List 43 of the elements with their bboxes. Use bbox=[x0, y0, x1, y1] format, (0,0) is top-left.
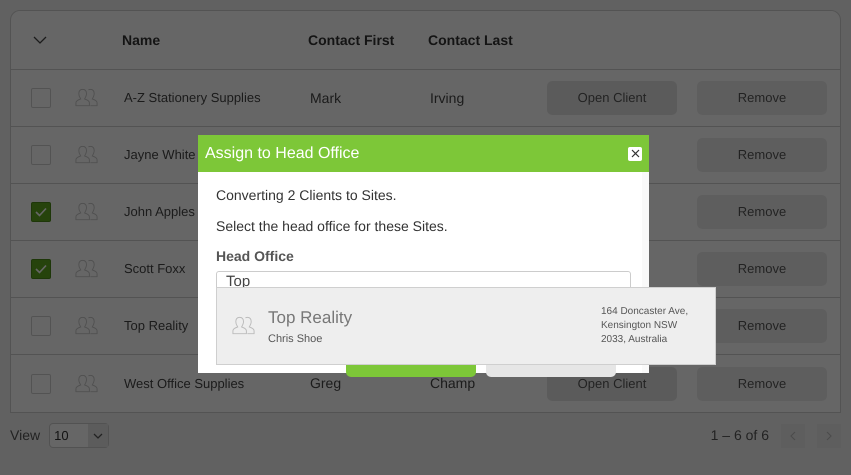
dialog-title: Assign to Head Office bbox=[205, 144, 360, 164]
remove-button[interactable]: Remove bbox=[697, 138, 827, 172]
column-header: Contact First bbox=[308, 30, 396, 50]
field-label: Head Office bbox=[216, 247, 295, 266]
close-button[interactable] bbox=[628, 146, 642, 160]
suggestion-name: Top Reality bbox=[268, 307, 352, 329]
column-header: Name bbox=[122, 30, 162, 50]
client-name: Jayne White bbox=[124, 146, 196, 164]
pagination-range: 1 – 6 of 6 bbox=[710, 426, 769, 445]
remove-button[interactable]: Remove bbox=[697, 195, 827, 229]
view-label: View bbox=[10, 426, 40, 445]
dialog-button[interactable] bbox=[486, 365, 616, 377]
contact-last: Irving bbox=[430, 90, 464, 106]
remove-button[interactable]: Remove bbox=[697, 81, 827, 115]
client-name: Scott Foxx bbox=[124, 260, 186, 278]
suggestion-item[interactable]: Top Reality Chris Shoe 164 Doncaster Ave, Kensington NSW 2033, Australia bbox=[216, 287, 716, 365]
address-line: 2033, Australia bbox=[601, 333, 668, 347]
address-line: 164 Doncaster Ave, bbox=[601, 305, 690, 319]
dialog-button[interactable] bbox=[346, 365, 476, 377]
page-size-select[interactable]: 10 bbox=[49, 423, 110, 448]
chevron-down-icon bbox=[93, 432, 104, 438]
check-icon bbox=[35, 264, 47, 274]
client-name: Top Reality bbox=[124, 317, 188, 336]
people-icon bbox=[231, 315, 256, 337]
client-name: A-Z Stationery Supplies bbox=[124, 89, 261, 108]
contact-last: Champ bbox=[430, 375, 476, 391]
chevron-down-icon[interactable] bbox=[33, 36, 47, 44]
close-icon bbox=[630, 149, 640, 158]
column-header: Contact Last bbox=[428, 30, 513, 50]
row-checkbox[interactable] bbox=[31, 202, 51, 222]
check-icon bbox=[35, 207, 47, 217]
client-name: West Office Supplies bbox=[124, 374, 244, 393]
client-name: John Apples bbox=[124, 203, 195, 222]
remove-button[interactable]: Remove bbox=[697, 252, 827, 286]
contact-first: Mark bbox=[310, 90, 342, 106]
suggestion-contact: Chris Shoe bbox=[268, 332, 324, 346]
open-client-button[interactable]: Open Client bbox=[547, 81, 677, 115]
address-line: Kensington NSW bbox=[601, 319, 678, 333]
remove-button[interactable]: Remove bbox=[697, 366, 827, 400]
contact-first: Greg bbox=[310, 375, 342, 391]
dialog-instruction: Select the head office for these Sites. bbox=[216, 217, 449, 236]
dialog-message: Converting 2 Clients to Sites. bbox=[216, 186, 398, 205]
row-checkbox[interactable] bbox=[31, 259, 51, 279]
